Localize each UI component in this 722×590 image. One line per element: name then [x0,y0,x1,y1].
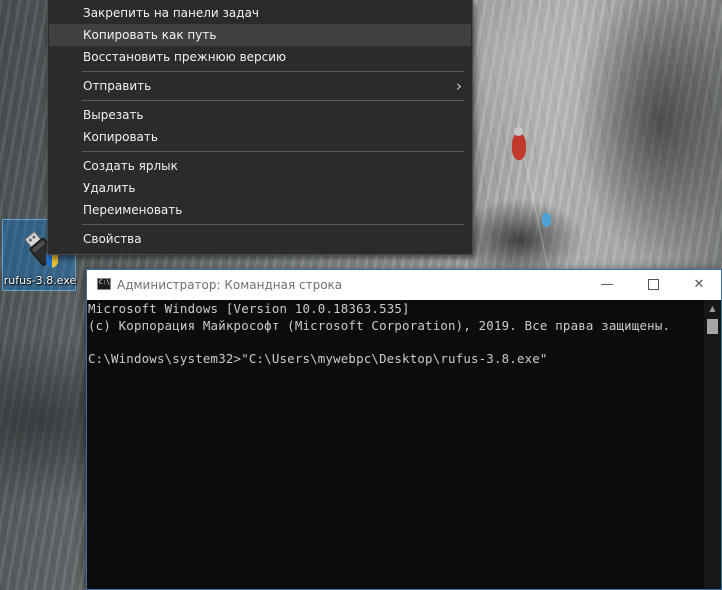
menu-item-label: Копировать как путь [83,28,217,42]
console-line: C:\Windows\system32>"C:\Users\mywebpc\De… [88,351,548,366]
menu-item-create-shortcut[interactable]: Создать ярлык [49,155,471,177]
menu-item-label: Переименовать [83,203,183,217]
chevron-right-icon: › [456,77,462,95]
menu-separator [82,71,464,72]
close-icon: ✕ [693,277,705,292]
menu-separator [82,224,464,225]
menu-item-restore-previous-version[interactable]: Восстановить прежнюю версию [49,46,471,68]
menu-item-label: Отправить [83,79,152,93]
cmd-titlebar[interactable]: C:\ Администратор: Командная строка — ✕ [87,270,721,300]
console-line: (c) Корпорация Майкрософт (Microsoft Cor… [88,318,671,333]
maximize-icon [647,279,659,290]
menu-separator [82,100,464,101]
menu-item-label: Закрепить на панели задач [83,6,260,20]
window-title: Администратор: Командная строка [117,278,343,292]
maximize-button[interactable] [630,270,676,300]
console-output[interactable]: Microsoft Windows [Version 10.0.18363.53… [87,300,721,589]
menu-item-label: Восстановить прежнюю версию [83,50,287,64]
menu-item-label: Свойства [83,232,142,246]
menu-item-label: Удалить [83,181,136,195]
menu-separator [82,151,464,152]
menu-item-label: Вырезать [83,108,144,122]
menu-item-delete[interactable]: Удалить [49,177,471,199]
wallpaper-climber-blue [542,213,551,227]
cmd-window[interactable]: C:\ Администратор: Командная строка — ✕ … [86,269,722,590]
menu-item-copy[interactable]: Копировать [49,126,471,148]
minimize-icon: — [600,277,614,292]
menu-item-pin-taskbar[interactable]: Закрепить на панели задач [49,2,471,24]
menu-item-label: Создать ярлык [83,159,178,173]
menu-item-rename[interactable]: Переименовать [49,199,471,221]
scroll-thumb[interactable] [707,319,718,334]
cmd-icon-glyph: C:\ [99,279,110,286]
console-line: Microsoft Windows [Version 10.0.18363.53… [88,301,410,316]
cmd-icon[interactable]: C:\ [97,278,111,290]
menu-item-copy-as-path[interactable]: Копировать как путь [49,24,471,46]
menu-item-label: Копировать [83,130,158,144]
menu-item-send-to[interactable]: Отправить › [49,75,471,97]
scroll-up-icon[interactable]: ▲ [704,300,721,317]
minimize-button[interactable]: — [584,270,630,300]
wallpaper-climber-red [512,127,526,160]
menu-item-cut[interactable]: Вырезать [49,104,471,126]
desktop-icon-label: rufus-3.8.exe [3,274,77,287]
close-button[interactable]: ✕ [676,270,722,300]
context-menu: Закрепить на панели задач Копировать как… [47,0,473,255]
menu-item-properties[interactable]: Свойства [49,228,471,250]
vertical-scrollbar[interactable]: ▲ [704,300,721,589]
